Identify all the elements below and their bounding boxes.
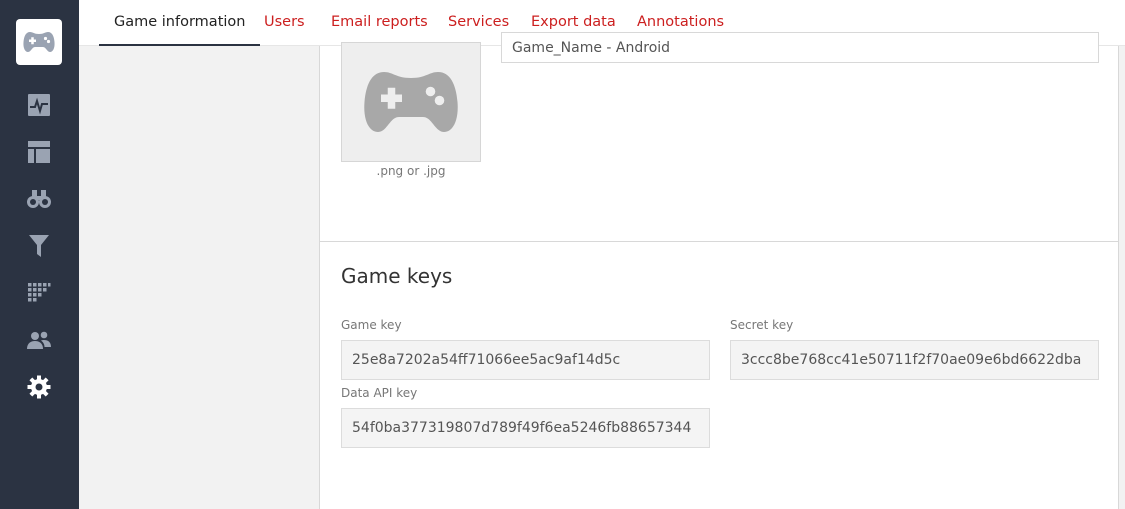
game-settings-panel: .png or .jpg Game keys Game key Secret k… [319,32,1119,509]
activity-chart-icon [28,94,50,116]
sidebar-item-explore[interactable] [26,186,52,212]
game-key-label: Game key [341,318,402,332]
game-image-upload[interactable] [341,42,481,162]
binoculars-icon [27,190,51,208]
gamepad-icon [23,32,55,52]
users-icon [27,331,51,349]
game-keys-title: Game keys [341,264,453,288]
sidebar-item-dashboards[interactable] [26,139,52,165]
tab-game-information[interactable]: Game information [99,0,261,46]
data-api-key-field[interactable] [341,408,710,448]
cohort-grid-icon [28,283,51,302]
tab-email-reports[interactable]: Email reports [331,0,428,46]
gear-icon [27,375,51,399]
section-divider [320,241,1118,242]
funnel-icon [29,235,49,257]
sidebar-item-funnels[interactable] [26,233,52,259]
secret-key-field[interactable] [730,340,1099,380]
image-format-hint: .png or .jpg [376,164,446,178]
sidebar-item-cohorts[interactable] [26,280,52,306]
game-key-field[interactable] [341,340,710,380]
data-api-key-label: Data API key [341,386,418,400]
sidebar-item-settings[interactable] [26,374,52,400]
game-name-input[interactable] [501,32,1099,63]
secret-key-label: Secret key [730,318,794,332]
tab-services[interactable]: Services [448,0,509,46]
dashboard-icon [28,141,50,163]
tab-users[interactable]: Users [264,0,305,46]
app-logo[interactable] [16,19,62,65]
sidebar-item-users[interactable] [26,327,52,353]
sidebar-item-activity[interactable] [26,92,52,118]
sidebar [0,0,79,509]
gamepad-placeholder-icon [364,72,458,132]
